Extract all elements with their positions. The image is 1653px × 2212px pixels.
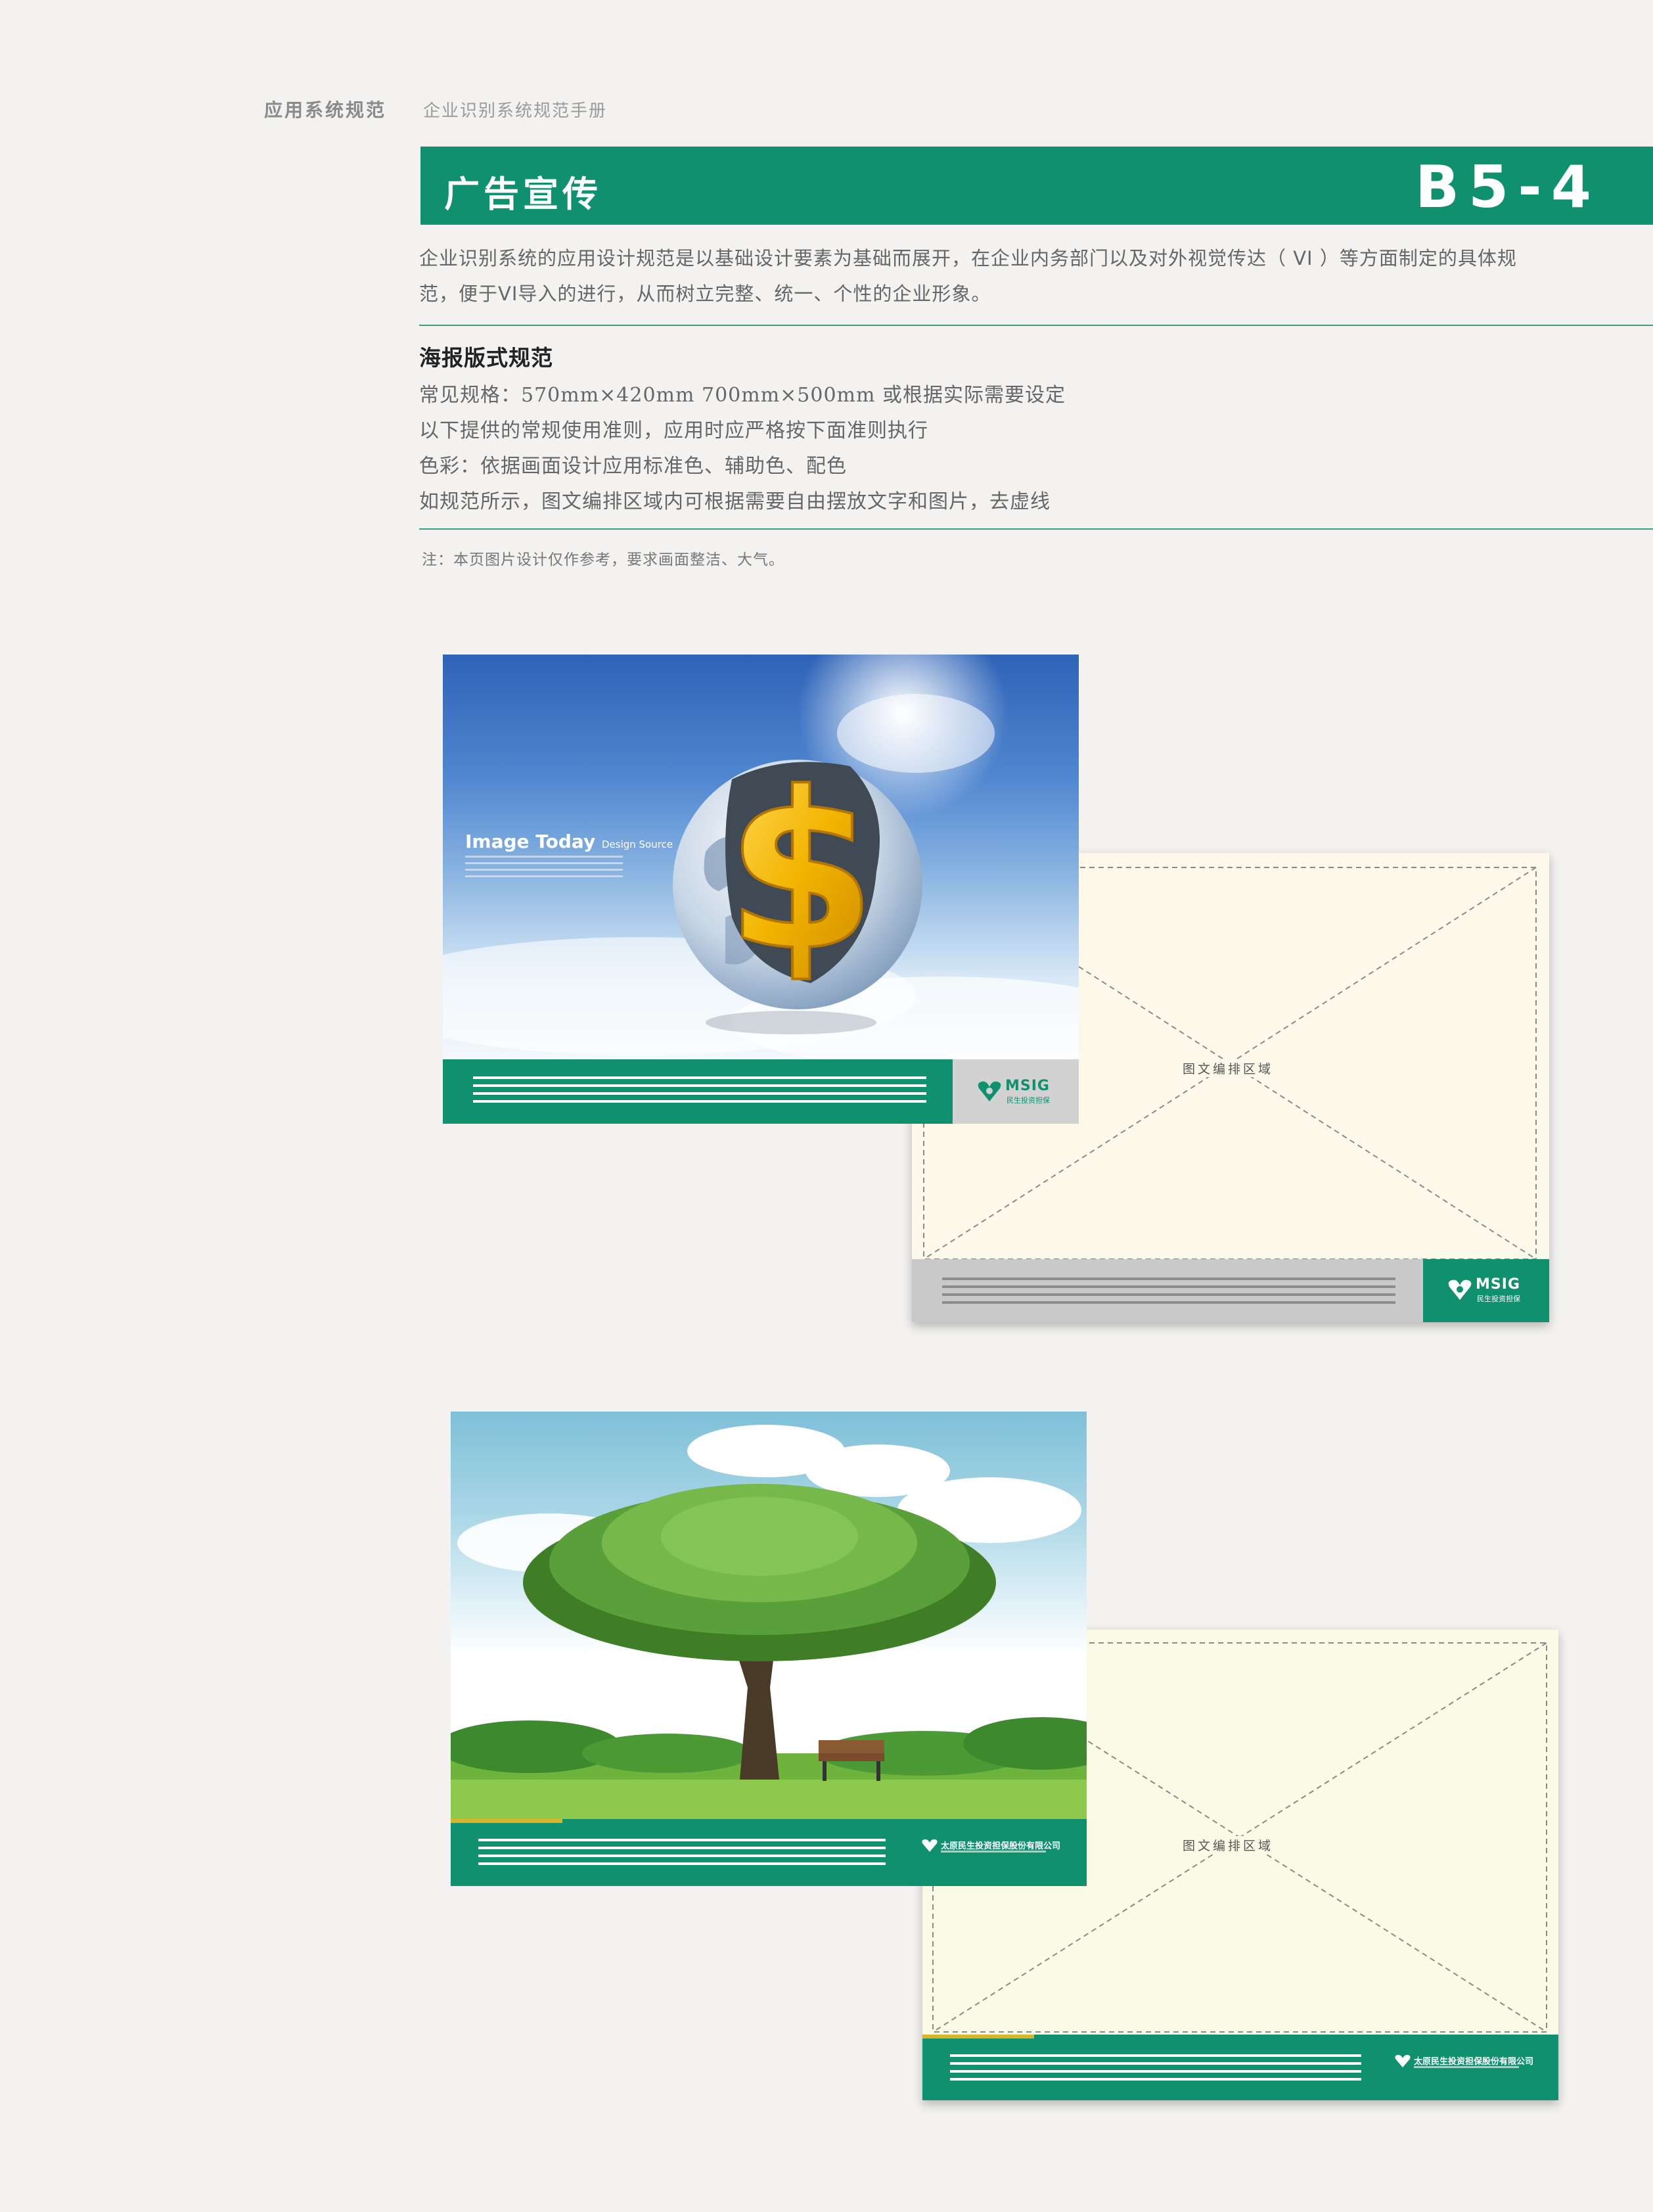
msig-logo-icon — [978, 1081, 1001, 1101]
msig-logo-subtext: 民生投资担保 — [1007, 1096, 1050, 1105]
tree-landscape-illustration — [451, 1425, 1087, 1819]
msig-logo-subtext: 民生投资担保 — [1477, 1295, 1520, 1303]
poster-1-logo-block: MSIG 民生投资担保 — [953, 1059, 1079, 1124]
spec-line-2: 以下提供的常规使用准则，应用时应严格按下面准则执行 — [419, 419, 928, 442]
page-title: 广告宣传 — [444, 173, 602, 215]
company-logo-icon — [1395, 2054, 1411, 2067]
spec-line-3: 色彩：依据画面设计应用标准色、辅助色、配色 — [419, 455, 847, 478]
template-logo-block: MSIG 民生投资担保 — [1423, 1259, 1549, 1322]
divider-bottom — [419, 528, 1653, 530]
company-name: 太原民生投资担保股份有限公司 — [1414, 2057, 1534, 2067]
intro-line-2: 范，便于VI导入的进行，从而树立完整、统一、个性的企业形象。 — [419, 283, 991, 305]
title-banner: 广告宣传 B5-4 — [420, 147, 1653, 225]
photo-title: Image Today — [465, 831, 596, 852]
manual-title: 企业识别系统规范手册 — [423, 101, 608, 121]
page-code: B5-4 — [1415, 153, 1600, 221]
intro-paragraph: 企业识别系统的应用设计规范是以基础设计要素为基础而展开，在企业内务部门以及对外视… — [419, 241, 1589, 311]
msig-logo-icon — [1448, 1279, 1472, 1300]
poster-2-photo — [451, 1412, 1087, 1819]
template-gray-bar — [912, 1259, 1423, 1322]
layout-area-label: 图文编排区域 — [1180, 1059, 1277, 1077]
photo-subtitle: Design Source — [601, 839, 673, 850]
section-title: 应用系统规范 — [264, 99, 387, 121]
divider-top — [419, 325, 1653, 326]
msig-logo-text: MSIG — [1476, 1276, 1520, 1293]
intro-line-1: 企业识别系统的应用设计规范是以基础设计要素为基础而展开，在企业内务部门以及对外视… — [419, 247, 1517, 269]
msig-logo-text: MSIG — [1005, 1078, 1050, 1094]
company-logo-icon — [922, 1839, 938, 1852]
layout-area-label: 图文编排区域 — [1180, 1836, 1277, 1854]
spec-title: 海报版式规范 — [419, 345, 553, 371]
template-green-bar: 太原民生投资担保股份有限公司 — [922, 2039, 1558, 2100]
photo-headline: Image Today Design Source — [465, 831, 673, 852]
spec-line-4: 如规范所示，图文编排区域内可根据需要自由摆放文字和图片，去虚线 — [419, 490, 1051, 513]
poster-1-green-bar — [443, 1059, 953, 1124]
poster-1-photo: $ Image Today Design Source — [443, 655, 1079, 1059]
note-text: 注：本页图片设计仅作参考，要求画面整洁、大气。 — [422, 551, 784, 568]
company-name: 太原民生投资担保股份有限公司 — [941, 1841, 1061, 1851]
spec-line-1: 常见规格：570mm×420mm 700mm×500mm 或根据实际需要设定 — [419, 384, 1066, 407]
svg-text:$: $ — [725, 746, 876, 998]
poster-2-green-bar: 太原民生投资担保股份有限公司 — [451, 1823, 1087, 1886]
